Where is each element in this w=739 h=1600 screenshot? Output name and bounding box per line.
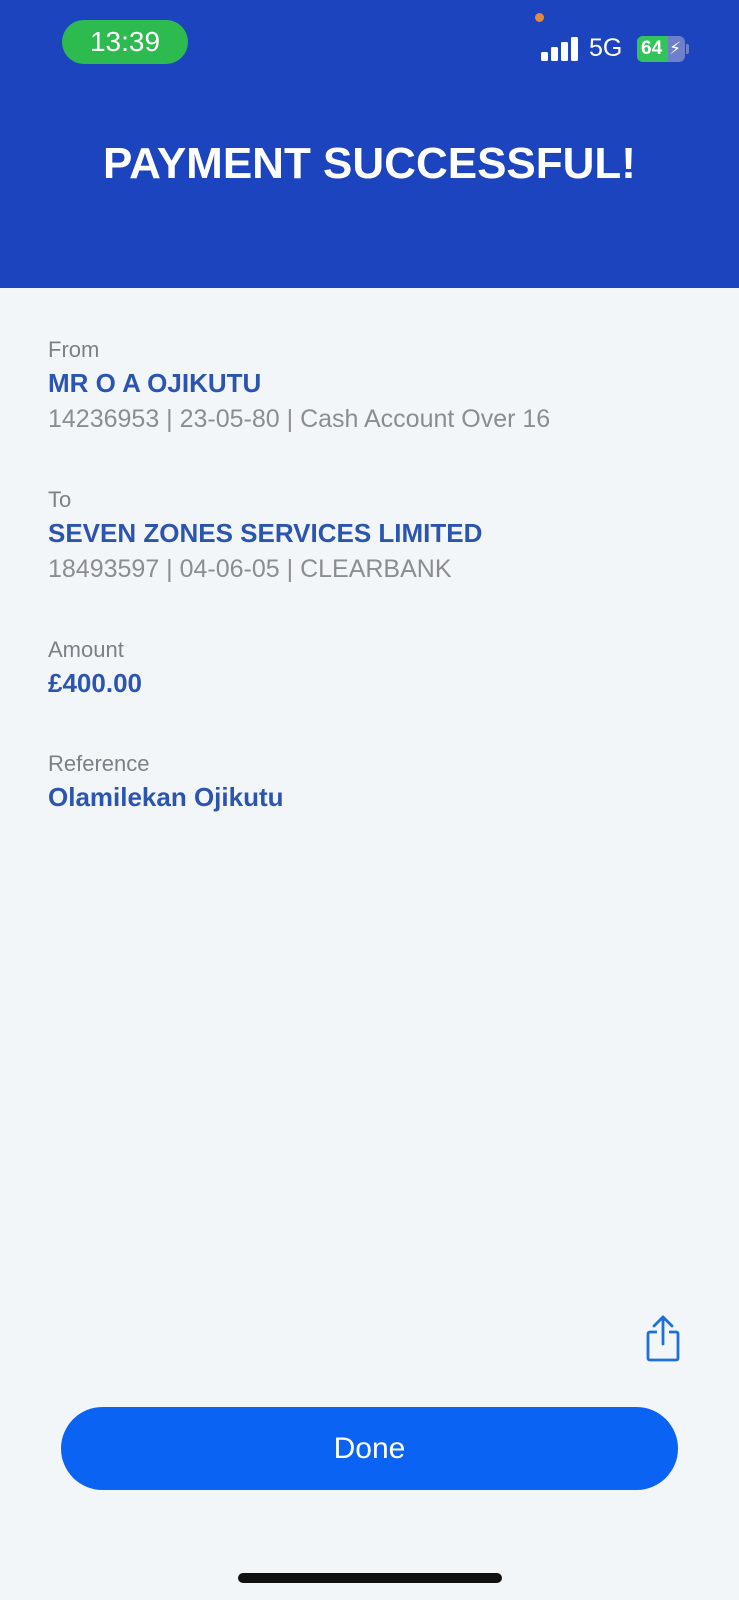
share-icon (646, 1315, 680, 1362)
battery-cap (686, 44, 689, 54)
from-account-details: 14236953 | 23-05-80 | Cash Account Over … (48, 405, 551, 433)
from-name: MR O A OJIKUTU (48, 368, 262, 398)
from-label: From (48, 337, 100, 362)
charging-bolt-icon: ⚡ (669, 39, 681, 58)
amount-value: £400.00 (48, 668, 142, 698)
page-title: PAYMENT SUCCESSFUL! (103, 139, 636, 188)
status-time[interactable]: 13:39 (62, 20, 188, 64)
amount-label: Amount (48, 637, 124, 662)
reference-value: Olamilekan Ojikutu (48, 782, 284, 812)
to-section: To SEVEN ZONES SERVICES LIMITED 18493597… (48, 486, 482, 586)
share-button[interactable] (645, 1314, 681, 1362)
cellular-signal-icon (541, 37, 579, 61)
network-type: 5G (589, 34, 623, 62)
done-button[interactable]: Done (61, 1407, 678, 1490)
to-name: SEVEN ZONES SERVICES LIMITED (48, 518, 483, 548)
header-bar: 13:39 5G 64 ⚡ PAYMENT SUCCESSFUL! (0, 0, 739, 288)
home-indicator[interactable] (238, 1573, 502, 1583)
to-label: To (48, 487, 72, 512)
reference-label: Reference (48, 751, 150, 776)
reference-section: Reference Olamilekan Ojikutu (48, 750, 284, 814)
privacy-indicator-dot (535, 13, 544, 22)
from-section: From MR O A OJIKUTU 14236953 | 23-05-80 … (48, 336, 550, 436)
to-account-details: 18493597 | 04-06-05 | CLEARBANK (48, 555, 452, 583)
battery-icon: 64 ⚡ (637, 36, 685, 62)
amount-section: Amount £400.00 (48, 636, 142, 700)
